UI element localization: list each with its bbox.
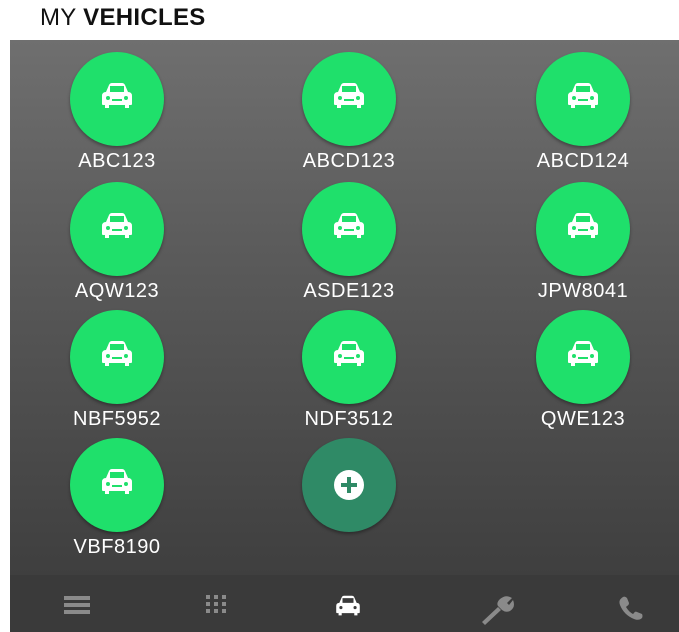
bottom-tab-bar xyxy=(10,575,679,632)
vehicle-tile[interactable]: AQW123 xyxy=(10,182,190,302)
vehicle-tile[interactable]: QWE123 xyxy=(476,310,656,430)
vehicle-plate: ASDE123 xyxy=(303,280,395,302)
vehicle-plate: NDF3512 xyxy=(304,408,394,430)
tab-vehicles[interactable] xyxy=(318,575,378,632)
grid-icon xyxy=(206,595,226,613)
vehicle-plate: AQW123 xyxy=(74,280,160,302)
page-header: MY VEHICLES xyxy=(0,0,679,40)
vehicle-button[interactable] xyxy=(302,182,396,276)
vehicle-tile[interactable]: ASDE123 xyxy=(242,182,422,302)
vehicle-button[interactable] xyxy=(302,310,396,404)
page-title: MY VEHICLES xyxy=(40,4,206,32)
list-icon xyxy=(64,596,90,614)
vehicle-plate: ABCD124 xyxy=(536,150,630,172)
vehicle-plate: JPW8041 xyxy=(537,280,629,302)
car-icon xyxy=(568,341,598,366)
vehicle-grid: ABC123 ABCD123 ABCD124 AQW123 ASDE123 JP… xyxy=(10,40,679,575)
car-icon xyxy=(334,83,364,108)
page-title-bold: VEHICLES xyxy=(83,4,206,31)
vehicle-button[interactable] xyxy=(536,52,630,146)
vehicle-button[interactable] xyxy=(70,310,164,404)
car-icon xyxy=(102,213,132,238)
vehicle-button[interactable] xyxy=(302,52,396,146)
vehicle-tile[interactable]: NDF3512 xyxy=(242,310,422,430)
add-vehicle-tile[interactable] xyxy=(242,438,422,558)
vehicle-button[interactable] xyxy=(70,182,164,276)
vehicle-plate: VBF8190 xyxy=(73,536,161,558)
car-icon xyxy=(568,213,598,238)
car-icon xyxy=(334,213,364,238)
vehicle-tile[interactable]: VBF8190 xyxy=(10,438,190,558)
car-icon xyxy=(102,341,132,366)
vehicle-tile[interactable]: JPW8041 xyxy=(476,182,656,302)
phone-icon xyxy=(619,596,643,620)
vehicle-button[interactable] xyxy=(70,438,164,532)
car-icon xyxy=(336,595,360,616)
tab-service[interactable] xyxy=(464,575,524,632)
page-title-prefix: MY xyxy=(40,4,84,31)
tab-list[interactable] xyxy=(48,575,108,632)
vehicle-plate: ABC123 xyxy=(78,150,156,172)
tab-grid[interactable] xyxy=(190,575,250,632)
car-icon xyxy=(568,83,598,108)
vehicle-button[interactable] xyxy=(536,310,630,404)
car-icon xyxy=(102,83,132,108)
vehicle-plate: QWE123 xyxy=(540,408,626,430)
plus-circle-icon xyxy=(334,470,364,500)
add-vehicle-button[interactable] xyxy=(302,438,396,532)
car-icon xyxy=(102,469,132,494)
vehicle-button[interactable] xyxy=(70,52,164,146)
wrench-icon xyxy=(482,596,514,625)
vehicle-button[interactable] xyxy=(536,182,630,276)
vehicle-plate: ABCD123 xyxy=(302,150,396,172)
vehicle-tile[interactable]: NBF5952 xyxy=(10,310,190,430)
vehicle-plate: NBF5952 xyxy=(73,408,161,430)
vehicle-tile[interactable]: ABCD124 xyxy=(476,52,656,172)
vehicle-tile[interactable]: ABC123 xyxy=(10,52,190,172)
vehicle-tile[interactable]: ABCD123 xyxy=(242,52,422,172)
tab-contact[interactable] xyxy=(602,575,662,632)
car-icon xyxy=(334,341,364,366)
